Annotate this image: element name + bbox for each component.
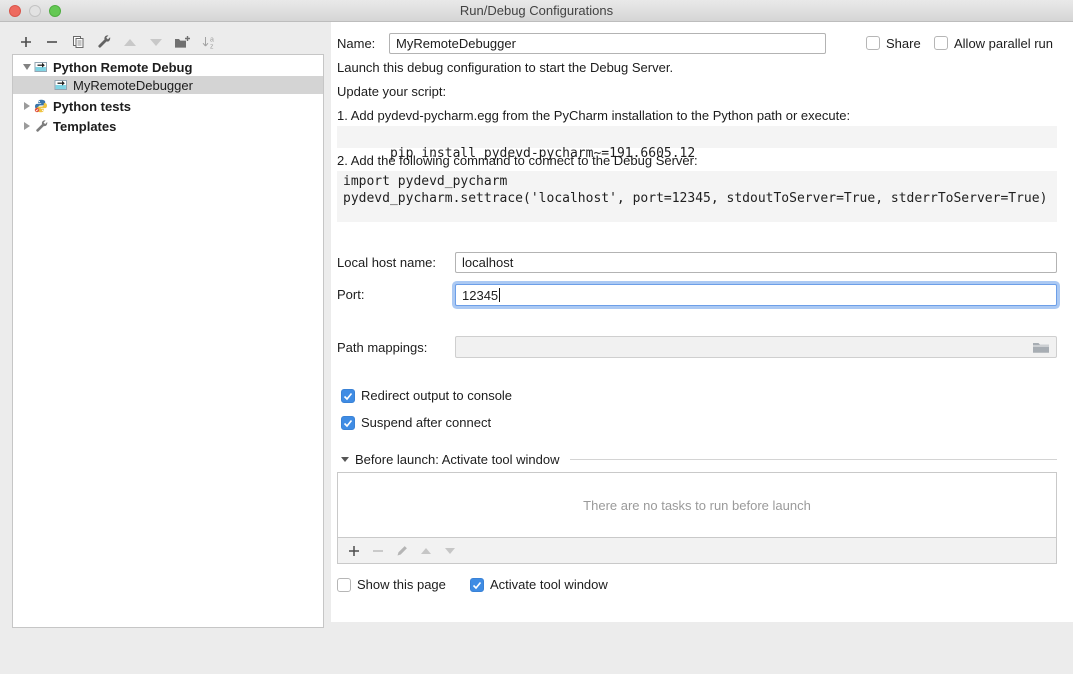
- minus-icon: [46, 36, 58, 48]
- name-label: Name:: [337, 34, 375, 54]
- wrench-icon: [33, 120, 49, 133]
- move-task-down-button: [442, 543, 458, 559]
- edit-task-button: [394, 543, 410, 559]
- configurations-toolbar: a z: [18, 30, 216, 54]
- minus-icon: [372, 545, 384, 557]
- svg-text:z: z: [210, 44, 214, 50]
- up-triangle-icon: [124, 39, 136, 46]
- plus-icon: [348, 545, 360, 557]
- minimize-window-button: [29, 5, 41, 17]
- close-window-button[interactable]: [9, 5, 21, 17]
- update-script-label: Update your script:: [337, 84, 446, 100]
- tree-item-python-remote-debug[interactable]: Python Remote Debug: [13, 58, 323, 76]
- before-launch-section-header[interactable]: Before launch: Activate tool window: [341, 452, 1057, 467]
- port-label: Port:: [337, 285, 364, 305]
- allow-parallel-run-checkbox[interactable]: [934, 36, 948, 50]
- redirect-output-checkbox[interactable]: [341, 389, 355, 403]
- down-triangle-icon: [150, 39, 162, 46]
- down-triangle-icon: [445, 548, 455, 554]
- tree-item-python-tests[interactable]: Python tests: [13, 97, 323, 115]
- move-down-button: [148, 34, 164, 50]
- up-triangle-icon: [421, 548, 431, 554]
- check-icon: [343, 392, 353, 401]
- configuration-form: Name: MyRemoteDebugger Share Allow paral…: [331, 22, 1073, 622]
- new-folder-button[interactable]: [174, 34, 190, 50]
- remove-configuration-button[interactable]: [44, 34, 60, 50]
- run-config-icon: [33, 61, 49, 73]
- port-input[interactable]: 12345: [455, 284, 1057, 306]
- step-2-instruction: 2. Add the following command to connect …: [337, 153, 698, 169]
- share-checkbox[interactable]: [866, 36, 880, 50]
- path-mappings-label: Path mappings:: [337, 338, 427, 358]
- pencil-icon: [396, 544, 409, 557]
- folder-icon[interactable]: [1032, 340, 1050, 354]
- no-tasks-message: There are no tasks to run before launch: [583, 498, 811, 513]
- import-command-block[interactable]: import pydevd_pycharm pydevd_pycharm.set…: [337, 171, 1057, 222]
- add-configuration-button[interactable]: [18, 34, 34, 50]
- folder-plus-icon: [174, 35, 190, 49]
- copy-configuration-button[interactable]: [70, 34, 86, 50]
- local-host-name-label: Local host name:: [337, 253, 436, 273]
- show-this-page-checkbox[interactable]: [337, 578, 351, 592]
- section-divider: [570, 459, 1057, 460]
- edit-templates-button[interactable]: [96, 34, 112, 50]
- move-up-button: [122, 34, 138, 50]
- show-this-page-label: Show this page: [357, 575, 446, 595]
- redirect-output-label: Redirect output to console: [361, 386, 512, 406]
- remove-task-button: [370, 543, 386, 559]
- pip-command-block[interactable]: pip install pydevd-pycharm~=191.6605.12: [337, 126, 1057, 148]
- path-mappings-field[interactable]: [455, 336, 1057, 358]
- suspend-after-connect-label: Suspend after connect: [361, 413, 491, 433]
- share-label: Share: [886, 34, 921, 54]
- window-title: Run/Debug Configurations: [460, 3, 613, 18]
- before-launch-tasks-panel[interactable]: There are no tasks to run before launch: [337, 472, 1057, 538]
- text-caret: [499, 288, 500, 302]
- sort-az-icon: a z: [201, 35, 216, 49]
- tree-item-templates[interactable]: Templates: [13, 117, 323, 135]
- zoom-window-button[interactable]: [49, 5, 61, 17]
- expand-collapse-icon[interactable]: [21, 122, 33, 130]
- tree-item-myremotedebugger[interactable]: MyRemoteDebugger: [13, 76, 323, 94]
- configurations-tree: Python Remote Debug MyRemoteDebugger Pyt…: [12, 54, 324, 628]
- python-tests-icon: [33, 99, 49, 113]
- tree-item-label: MyRemoteDebugger: [73, 78, 193, 93]
- wrench-icon: [97, 35, 111, 49]
- tasks-toolbar: [337, 538, 1057, 564]
- tree-item-label: Templates: [53, 119, 116, 134]
- suspend-after-connect-checkbox[interactable]: [341, 416, 355, 430]
- name-input[interactable]: MyRemoteDebugger: [389, 33, 826, 54]
- expand-collapse-icon[interactable]: [21, 64, 33, 70]
- sort-configurations-button: a z: [200, 34, 216, 50]
- titlebar: Run/Debug Configurations: [0, 0, 1073, 22]
- activate-tool-window-label: Activate tool window: [490, 575, 608, 595]
- dialog-footer: ? Cancel Apply OK: [0, 622, 1073, 674]
- collapse-triangle-icon[interactable]: [341, 457, 349, 462]
- run-config-icon: [53, 79, 69, 91]
- add-task-button[interactable]: [346, 543, 362, 559]
- plus-icon: [20, 36, 32, 48]
- copy-icon: [71, 35, 85, 49]
- activate-tool-window-checkbox[interactable]: [470, 578, 484, 592]
- tree-item-label: Python tests: [53, 99, 131, 114]
- step-1-instruction: 1. Add pydevd-pycharm.egg from the PyCha…: [337, 108, 850, 124]
- tree-item-label: Python Remote Debug: [53, 60, 192, 75]
- before-launch-label: Before launch: Activate tool window: [355, 452, 560, 467]
- check-icon: [472, 581, 482, 590]
- local-host-name-input[interactable]: localhost: [455, 252, 1057, 273]
- expand-collapse-icon[interactable]: [21, 102, 33, 110]
- check-icon: [343, 419, 353, 428]
- allow-parallel-run-label: Allow parallel run: [954, 34, 1053, 54]
- run-debug-configurations-dialog: Run/Debug Configurations: [0, 0, 1073, 674]
- move-task-up-button: [418, 543, 434, 559]
- launch-description: Launch this debug configuration to start…: [337, 60, 673, 76]
- svg-text:a: a: [210, 37, 214, 44]
